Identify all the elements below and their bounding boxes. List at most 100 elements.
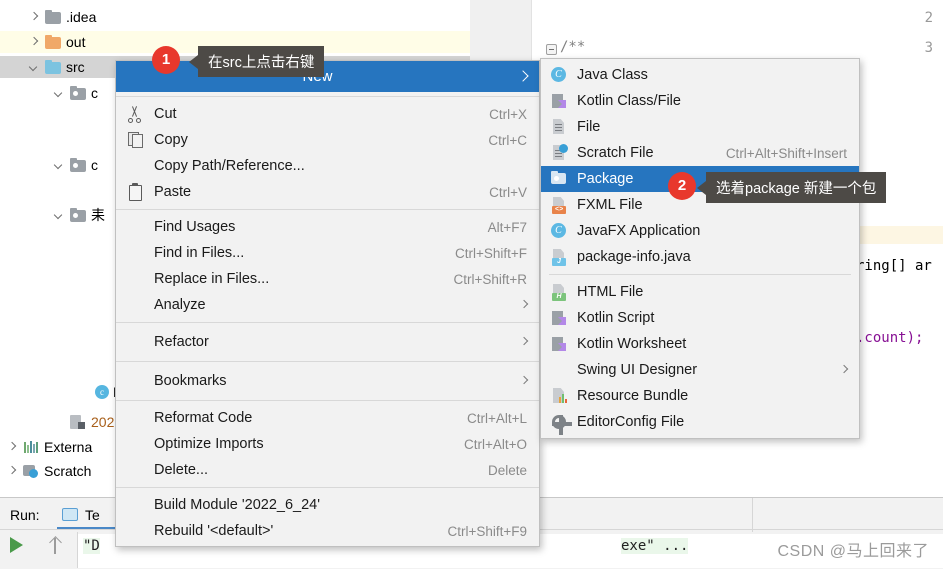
scroll-up-button[interactable] [47, 536, 63, 554]
tree-item-label: 202 [91, 414, 115, 430]
context-menu-item-new[interactable]: New [116, 61, 539, 92]
shortcut-label: Ctrl+Shift+F9 [447, 523, 527, 539]
package-info-icon: J [550, 248, 568, 266]
menu-divider [549, 274, 851, 275]
new-submenu-item-package-info[interactable]: J package-info.java [541, 244, 859, 270]
resource-bundle-icon [550, 387, 568, 405]
context-menu-item-label: Copy Path/Reference... [154, 158, 305, 174]
kotlin-icon [550, 335, 568, 353]
new-submenu-item-label: EditorConfig File [577, 414, 685, 430]
context-menu-item-replace-in-files[interactable]: Replace in Files... Ctrl+Shift+R [116, 266, 539, 292]
ide-screenshot: 2 3 /** ring[] ar .count); .idea out src [0, 0, 943, 569]
no-chevron-icon [100, 237, 109, 246]
copy-icon [126, 131, 146, 149]
context-menu-item-refactor[interactable]: Refactor [116, 327, 539, 357]
line-number: 2 [924, 10, 933, 26]
menu-divider [116, 209, 539, 210]
context-menu-item-cut[interactable]: Cut Ctrl+X [116, 101, 539, 127]
chevron-right-icon [839, 364, 849, 374]
new-submenu-item-label: JavaFX Application [577, 223, 701, 239]
context-menu[interactable]: New Cut Ctrl+X Copy Ctrl+C Copy Path/Ref… [115, 60, 540, 547]
context-menu-item-copy[interactable]: Copy Ctrl+C [116, 127, 539, 153]
chevron-down-icon[interactable] [55, 211, 64, 220]
package-icon [550, 170, 568, 188]
new-submenu-item-html-file[interactable]: H HTML File [541, 279, 859, 305]
context-menu-item-reformat-code[interactable]: Reformat Code Ctrl+Alt+L [116, 405, 539, 431]
new-submenu-item-scratch-file[interactable]: Scratch File Ctrl+Alt+Shift+Insert [541, 140, 859, 166]
context-menu-item-rebuild[interactable]: Rebuild '<default>' Ctrl+Shift+F9 [116, 518, 539, 544]
new-submenu-item-label: Kotlin Script [577, 310, 655, 326]
new-submenu-item-kotlin-class-file[interactable]: Kotlin Class/File [541, 88, 859, 114]
folder-icon [45, 60, 61, 74]
no-icon [126, 496, 146, 514]
context-menu-item-label: Build Module '2022_6_24' [154, 497, 320, 513]
cut-icon [126, 105, 146, 123]
tree-item-label: Externa [44, 439, 93, 455]
callout-tooltip-2: 选着package 新建一个包 [696, 172, 887, 203]
no-chevron-icon [100, 135, 109, 144]
package-icon [70, 86, 86, 100]
chevron-down-icon[interactable] [30, 63, 39, 72]
context-menu-item-analyze[interactable]: Analyze [116, 292, 539, 318]
context-menu-item-delete[interactable]: Delete... Delete [116, 457, 539, 483]
rerun-button[interactable] [10, 537, 23, 553]
run-tab-label[interactable]: Te [85, 507, 100, 523]
new-submenu-item-label: Scratch File [577, 145, 654, 161]
context-menu-item-label: Reformat Code [154, 410, 253, 426]
line-number: 3 [924, 40, 933, 56]
context-menu-item-bookmarks[interactable]: Bookmarks [116, 366, 539, 396]
chevron-right-icon[interactable] [30, 13, 39, 22]
new-submenu-item-resource-bundle[interactable]: Resource Bundle [541, 383, 859, 409]
new-submenu[interactable]: C Java Class Kotlin Class/File File Scra… [540, 58, 860, 439]
code-fold-icon[interactable] [546, 44, 557, 55]
no-chevron-icon [80, 388, 89, 397]
kotlin-icon [550, 92, 568, 110]
chevron-right-icon[interactable] [30, 38, 39, 47]
run-panel-label: Run: [10, 507, 40, 523]
new-submenu-item-file[interactable]: File [541, 114, 859, 140]
chevron-down-icon[interactable] [55, 89, 64, 98]
folder-icon [45, 10, 61, 24]
context-menu-item-label: Find in Files... [154, 245, 245, 261]
context-menu-item-label: Copy [154, 132, 188, 148]
new-submenu-item-javafx-application[interactable]: C JavaFX Application [541, 218, 859, 244]
chevron-right-icon[interactable] [8, 467, 17, 476]
no-icon [126, 270, 146, 288]
context-menu-item-label: New [126, 68, 539, 85]
tree-item-label: .idea [66, 9, 97, 25]
context-menu-item-build-module[interactable]: Build Module '2022_6_24' [116, 492, 539, 518]
chevron-right-icon[interactable] [8, 443, 17, 452]
tree-item-idea[interactable]: .idea [0, 6, 470, 28]
shortcut-label: Ctrl+Alt+Shift+Insert [725, 145, 847, 161]
java-class-icon: C [550, 66, 568, 84]
module-icon [70, 415, 86, 429]
package-icon [70, 158, 86, 172]
folder-icon [45, 35, 61, 49]
context-menu-item-paste[interactable]: Paste Ctrl+V [116, 179, 539, 205]
new-submenu-item-kotlin-worksheet[interactable]: Kotlin Worksheet [541, 331, 859, 357]
callout-badge-1: 1 [152, 46, 180, 74]
shortcut-label: Ctrl+Alt+O [463, 436, 527, 452]
context-menu-item-copy-path[interactable]: Copy Path/Reference... [116, 153, 539, 179]
new-submenu-item-label: package-info.java [577, 249, 691, 265]
new-submenu-item-kotlin-script[interactable]: Kotlin Script [541, 305, 859, 331]
new-submenu-item-swing-ui-designer[interactable]: Swing UI Designer [541, 357, 859, 383]
no-icon [126, 296, 146, 314]
new-submenu-item-label: HTML File [577, 284, 644, 300]
console-line-left: "D [83, 538, 100, 554]
context-menu-item-label: Optimize Imports [154, 436, 264, 452]
context-menu-item-find-usages[interactable]: Find Usages Alt+F7 [116, 214, 539, 240]
shortcut-label: Ctrl+X [489, 106, 527, 122]
context-menu-item-find-in-files[interactable]: Find in Files... Ctrl+Shift+F [116, 240, 539, 266]
new-submenu-item-editorconfig-file[interactable]: EditorConfig File [541, 409, 859, 435]
kotlin-icon [550, 309, 568, 327]
html-file-icon: H [550, 283, 568, 301]
new-submenu-item-java-class[interactable]: C Java Class [541, 62, 859, 88]
shortcut-label: Ctrl+V [489, 184, 527, 200]
chevron-down-icon[interactable] [55, 161, 64, 170]
paste-icon [126, 183, 146, 201]
scratch-file-icon [550, 144, 568, 162]
context-menu-item-label: Bookmarks [154, 373, 227, 389]
new-submenu-item-label: Resource Bundle [577, 388, 689, 404]
context-menu-item-optimize-imports[interactable]: Optimize Imports Ctrl+Alt+O [116, 431, 539, 457]
